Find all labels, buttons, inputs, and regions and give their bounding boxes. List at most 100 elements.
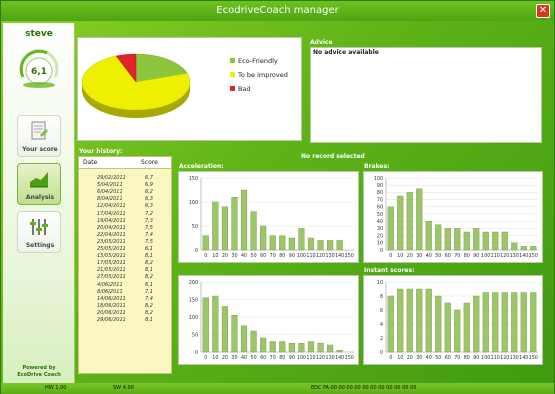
history-row[interactable]: 25/05/2011 6,1 <box>79 246 171 253</box>
history-score: 8,1 <box>145 281 153 288</box>
bar <box>202 235 209 251</box>
x-tick-label: 10 <box>397 355 403 361</box>
y-tick-label: 100 <box>189 200 198 206</box>
bar <box>307 237 315 251</box>
legend-label: Bad <box>238 85 251 93</box>
x-tick-label: 90 <box>473 253 479 259</box>
nav-analysis-button[interactable]: Analysis <box>17 163 61 205</box>
history-date: 19/04/2011 <box>97 217 126 224</box>
bar <box>221 206 228 251</box>
bar <box>473 228 480 251</box>
history-row[interactable]: 17/05/2011 8,2 <box>79 260 171 267</box>
close-button[interactable]: ✕ <box>536 4 550 18</box>
bar <box>520 292 527 353</box>
history-score: 7,5 <box>145 224 153 231</box>
window-title: EcodriveCoach manager <box>216 5 339 16</box>
x-tick-label: 50 <box>435 253 441 259</box>
history-row[interactable]: 8/06/2011 7,1 <box>79 289 171 296</box>
bar <box>511 242 518 251</box>
y-tick-label: 50 <box>192 224 198 230</box>
y-tick-label: 50 <box>377 212 383 218</box>
bar <box>530 292 537 353</box>
history-score: 6,7 <box>145 175 153 181</box>
history-row[interactable]: 8/04/2011 6,3 <box>79 196 171 203</box>
history-date: 14/06/2011 <box>97 295 126 302</box>
history-score: 8,1 <box>145 317 153 323</box>
history-date: 21/05/2011 <box>97 267 126 274</box>
x-tick-label: 140 <box>519 253 528 259</box>
y-tick-label: 30 <box>377 226 383 232</box>
x-tick-label: 130 <box>510 253 519 259</box>
history-row[interactable]: 12/04/2011 6,3 <box>79 203 171 210</box>
bar <box>250 211 257 251</box>
history-date: 15/05/2011 <box>97 253 126 260</box>
history-row[interactable]: 14/06/2011 7,4 <box>79 296 171 303</box>
x-tick-label: 90 <box>289 355 295 361</box>
x-tick-label: 60 <box>260 355 266 361</box>
y-tick-label: 6 <box>380 308 383 314</box>
x-tick-label: 150 <box>345 355 354 361</box>
x-tick-label: 140 <box>519 355 528 361</box>
bar <box>317 343 324 353</box>
history-date: 25/05/2011 <box>97 246 126 252</box>
bar <box>279 235 286 251</box>
bar <box>482 231 489 251</box>
bar <box>530 246 537 251</box>
bar <box>444 302 451 353</box>
powered-by-line1: Powered by <box>22 365 56 371</box>
history-score: 6,3 <box>145 203 153 210</box>
acceleration-chart: 0501001500 10 20 30 40 50 60 70 80 90 100 110 120 130… <box>189 176 354 259</box>
x-tick-label: 110 <box>491 355 500 361</box>
x-tick-label: 70 <box>454 253 460 259</box>
history-date: 20/06/2011 <box>97 309 126 316</box>
history-row[interactable]: 4/06/2011 8,1 <box>79 282 171 289</box>
history-row[interactable]: 17/04/2011 7,2 <box>79 211 171 218</box>
history-row[interactable]: 21/05/2011 8,1 <box>79 267 171 274</box>
bar <box>435 295 442 353</box>
bar <box>336 350 343 353</box>
y-tick-label: 150 <box>189 297 198 303</box>
history-row[interactable]: 22/04/2011 7,4 <box>79 232 171 239</box>
history-row[interactable]: 6/04/2011 6,2 <box>79 189 171 196</box>
history-table[interactable]: Date Score 29/02/2011 6,7 5/04/2011 6,9 6/04… <box>78 156 172 374</box>
x-tick-label: 40 <box>241 253 247 259</box>
bar <box>288 237 295 251</box>
history-row[interactable]: 23/05/2011 7,5 <box>79 239 171 246</box>
settings-sliders-icon <box>30 219 48 235</box>
history-row[interactable]: 20/04/2011 7,5 <box>79 225 171 232</box>
history-row[interactable]: 20/06/2011 8,2 <box>79 310 171 317</box>
history-row[interactable]: 27/05/2011 8,2 <box>79 274 171 281</box>
y-tick-label: 60 <box>377 205 383 211</box>
x-tick-label: 50 <box>251 355 257 361</box>
hw-version: HW 1.00 <box>45 385 67 391</box>
x-tick-label: 140 <box>335 253 344 259</box>
title-bar: EcodriveCoach manager ✕ <box>1 1 554 21</box>
bar <box>260 337 267 353</box>
x-tick-label: 20 <box>407 355 413 361</box>
history-row[interactable]: 29/02/2011 6,7 <box>79 175 171 182</box>
history-row[interactable]: 29/06/2011 8,1 <box>79 317 171 324</box>
bar <box>240 325 248 353</box>
nav-your-score-button[interactable]: Your score <box>17 115 61 157</box>
history-date: 29/02/2011 <box>97 175 126 181</box>
bar <box>482 292 489 353</box>
y-tick-label: 4 <box>380 322 383 328</box>
x-tick-label: 120 <box>316 355 325 361</box>
bar <box>387 206 394 251</box>
y-tick-label: 0 <box>380 350 383 356</box>
nav-settings-button[interactable]: Settings <box>17 211 61 253</box>
history-row[interactable]: 5/04/2011 6,9 <box>79 182 171 189</box>
history-score: 7,4 <box>145 231 153 238</box>
x-tick-label: 90 <box>473 355 479 361</box>
x-tick-label: 100 <box>481 355 490 361</box>
legend-swatch <box>230 72 235 77</box>
brakes-chart-panel: 0 10 20 30 40 50 60 70 80 90 100 0 10 20 30 40 50 60 70 80 9… <box>363 171 543 263</box>
history-row[interactable]: 18/06/2011 8,2 <box>79 303 171 310</box>
bar <box>501 231 508 251</box>
x-tick-label: 80 <box>279 253 285 259</box>
history-row[interactable]: 19/04/2011 7,3 <box>79 218 171 225</box>
history-row[interactable]: 15/05/2011 8,1 <box>79 253 171 260</box>
bar <box>288 343 295 353</box>
history-score: 8,2 <box>145 302 153 309</box>
x-tick-label: 130 <box>326 253 335 259</box>
